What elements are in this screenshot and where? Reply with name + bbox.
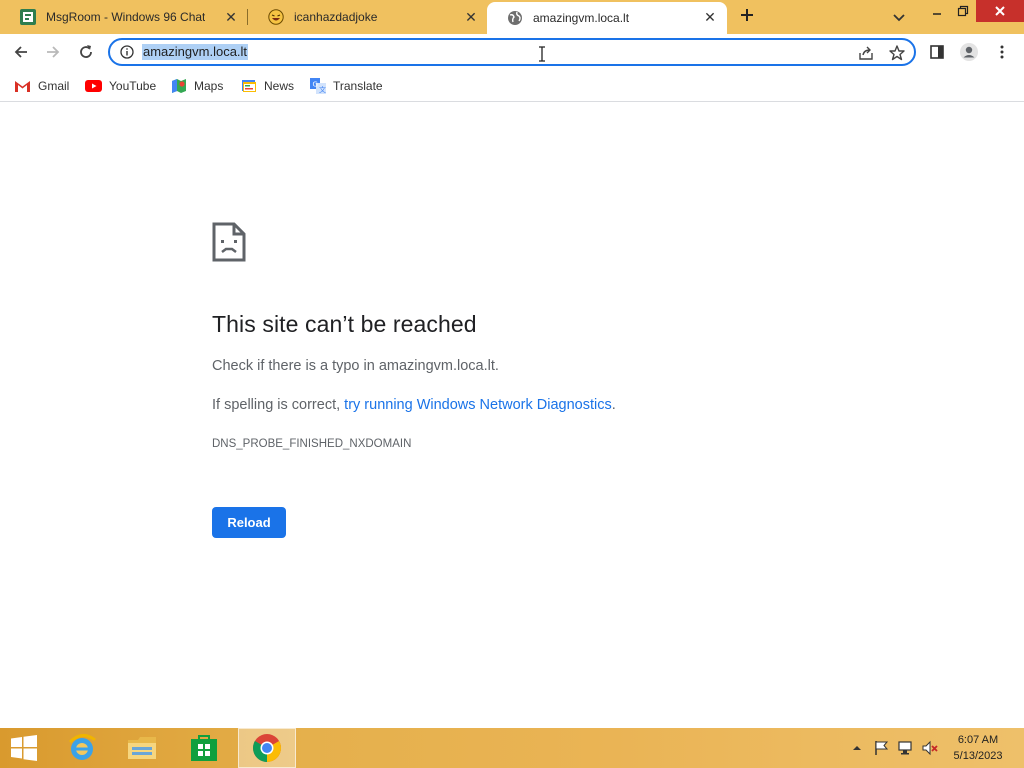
- tab-msgroom[interactable]: MsgRoom - Windows 96 Chat ✕: [0, 0, 248, 34]
- error-suggestion-typo: Check if there is a typo in amazingvm.lo…: [212, 358, 499, 374]
- avatar-icon: [960, 43, 978, 61]
- youtube-icon: [85, 80, 102, 92]
- tab-close-icon[interactable]: ✕: [224, 9, 238, 25]
- volume-muted-icon: [922, 740, 938, 756]
- action-center-tray-icon[interactable]: [872, 728, 892, 768]
- taskbar-internet-explorer[interactable]: [58, 728, 106, 768]
- close-window-button[interactable]: [976, 0, 1024, 22]
- svg-text:G: G: [313, 81, 318, 89]
- laughing-face-icon: [268, 9, 284, 25]
- clock-time: 6:07 AM: [957, 734, 999, 746]
- sad-document-icon: [212, 222, 246, 262]
- tab-close-icon[interactable]: ✕: [703, 9, 717, 25]
- forward-button[interactable]: [41, 40, 65, 64]
- error-title: This site can’t be reached: [212, 311, 477, 337]
- folder-icon: [128, 737, 156, 759]
- network-icon: [898, 741, 912, 755]
- maps-icon: [172, 79, 186, 93]
- flag-icon: [875, 741, 889, 755]
- taskbar-file-explorer[interactable]: [118, 728, 166, 768]
- tab-strip: MsgRoom - Windows 96 Chat ✕ icanhazdadjo…: [0, 0, 1024, 34]
- error-code: DNS_PROBE_FINISHED_NXDOMAIN: [212, 438, 412, 450]
- volume-tray-icon[interactable]: [920, 728, 940, 768]
- restore-button[interactable]: [950, 0, 976, 22]
- bookmark-news[interactable]: News: [241, 76, 294, 96]
- network-tray-icon[interactable]: [896, 728, 916, 768]
- chevron-down-icon[interactable]: [890, 8, 908, 26]
- arrow-right-icon: [47, 46, 60, 58]
- tab-title: MsgRoom - Windows 96 Chat: [46, 10, 206, 24]
- share-icon[interactable]: [858, 45, 874, 61]
- show-hidden-icons-button[interactable]: [850, 728, 864, 768]
- internet-explorer-icon: [68, 734, 96, 760]
- bookmark-label: Maps: [194, 79, 224, 93]
- taskbar-clock[interactable]: 6:07 AM 5/13/2023: [948, 732, 1008, 764]
- refresh-icon: [80, 45, 92, 58]
- taskbar-store[interactable]: [180, 728, 228, 768]
- error-suggestion-diagnostics: If spelling is correct, try running Wind…: [212, 397, 616, 413]
- address-bar[interactable]: amazingvm.loca.lt: [108, 38, 916, 66]
- bookmarks-bar: Gmail YouTube Maps News G文 Translate: [0, 70, 1024, 102]
- bookmark-label: Gmail: [38, 79, 70, 93]
- taskbar-chrome[interactable]: [238, 728, 296, 768]
- tab-amazingvm[interactable]: amazingvm.loca.lt ✕: [487, 2, 727, 34]
- bookmark-label: News: [264, 79, 295, 93]
- bookmark-maps[interactable]: Maps: [171, 76, 223, 96]
- back-button[interactable]: [9, 40, 33, 64]
- taskbar: [0, 728, 1024, 768]
- news-icon: [242, 80, 256, 92]
- reload-toolbar-button[interactable]: [74, 40, 98, 64]
- bookmark-label: Translate: [333, 79, 383, 93]
- windows-logo-icon: [11, 735, 37, 761]
- start-button[interactable]: [0, 728, 48, 768]
- network-diagnostics-link[interactable]: try running Windows Network Diagnostics: [344, 397, 612, 413]
- translate-icon: G文: [310, 78, 326, 94]
- tab-title: icanhazdadjoke: [294, 10, 378, 24]
- chrome-icon: [253, 734, 281, 762]
- tab-title: amazingvm.loca.lt: [533, 11, 630, 25]
- profile-button[interactable]: [957, 40, 981, 64]
- restore-icon: [957, 5, 969, 17]
- tab-close-icon[interactable]: ✕: [464, 9, 478, 25]
- chevron-up-icon: [853, 746, 861, 750]
- plus-icon: [741, 9, 753, 21]
- gmail-icon: [14, 80, 31, 92]
- arrow-left-icon: [14, 46, 27, 58]
- new-tab-button[interactable]: [737, 7, 757, 27]
- msgroom-icon: [20, 9, 36, 25]
- bookmark-gmail[interactable]: Gmail: [14, 76, 69, 96]
- bookmark-star-icon[interactable]: [888, 44, 906, 62]
- clock-date: 5/13/2023: [953, 750, 1003, 762]
- minimize-icon: [933, 13, 941, 15]
- bookmark-label: YouTube: [109, 79, 157, 93]
- globe-icon: [508, 11, 522, 25]
- info-icon[interactable]: [120, 45, 134, 59]
- tab-icanhazdadjoke[interactable]: icanhazdadjoke ✕: [248, 0, 488, 34]
- bookmark-translate[interactable]: G文 Translate: [310, 76, 383, 96]
- side-panel-button[interactable]: [925, 40, 949, 64]
- text-cursor-icon: [539, 46, 545, 62]
- side-panel-icon: [930, 45, 944, 59]
- url-text[interactable]: amazingvm.loca.lt: [142, 44, 249, 60]
- suggestion-prefix: If spelling is correct,: [212, 397, 345, 413]
- close-icon: [995, 6, 1005, 16]
- suggestion-suffix: .: [611, 397, 616, 413]
- menu-button[interactable]: [990, 40, 1014, 64]
- svg-text:文: 文: [319, 85, 326, 94]
- reload-button[interactable]: Reload: [212, 507, 286, 538]
- store-icon: [191, 735, 217, 761]
- bookmark-youtube[interactable]: YouTube: [85, 76, 156, 96]
- minimize-button[interactable]: [924, 0, 950, 22]
- kebab-menu-icon: [1000, 45, 1004, 59]
